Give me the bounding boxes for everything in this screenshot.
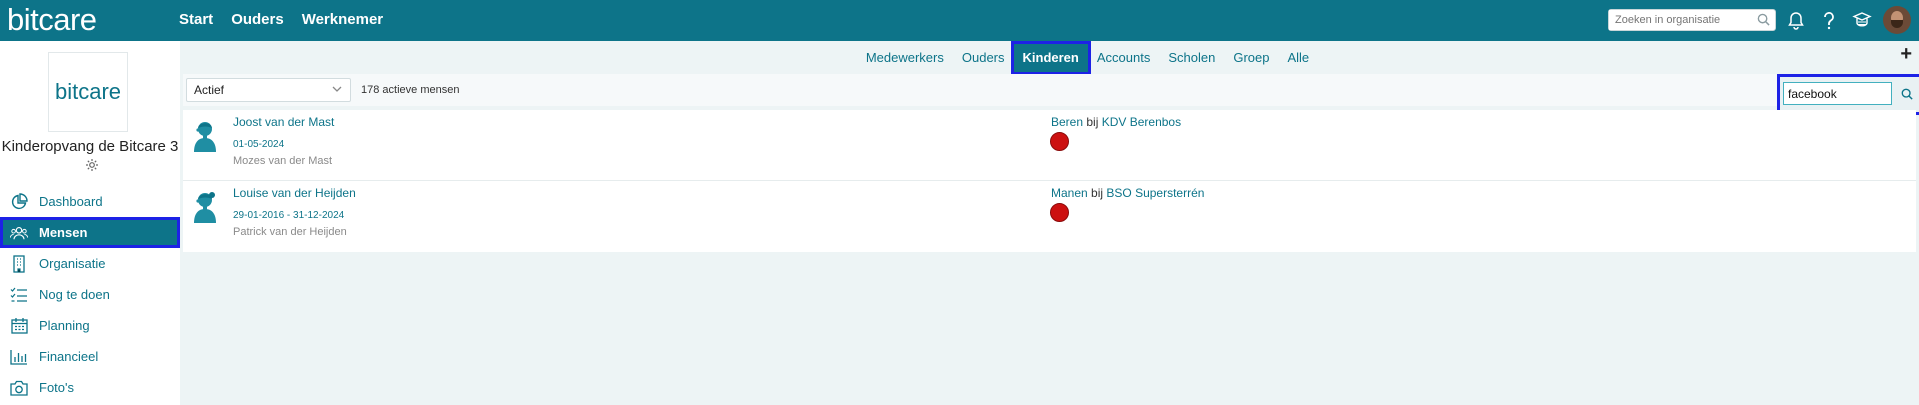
help-icon[interactable]	[1819, 10, 1839, 30]
person-name[interactable]: Louise van der Heijden	[233, 186, 356, 200]
tab-accounts[interactable]: Accounts	[1088, 44, 1159, 72]
people-count: 178 actieve mensen	[361, 84, 460, 96]
bar-chart-icon	[10, 348, 28, 366]
sidebar: bitcare Kinderopvang de Bitcare 3 Dashbo…	[0, 41, 180, 405]
child-girl-icon	[192, 191, 218, 223]
bell-icon[interactable]	[1786, 10, 1806, 30]
person-parent: Patrick van der Heijden	[233, 226, 347, 238]
tab-kinderen[interactable]: Kinderen	[1010, 41, 1091, 75]
location-link[interactable]: KDV Berenbos	[1102, 115, 1181, 129]
nav-ouders[interactable]: Ouders	[231, 11, 284, 28]
add-icon[interactable]: +	[1900, 43, 1912, 66]
user-avatar[interactable]	[1883, 6, 1911, 34]
person-name[interactable]: Joost van der Mast	[233, 115, 334, 129]
group-link[interactable]: Beren	[1051, 115, 1083, 129]
people-list: Joost van der Mast 01-05-2024 Mozes van …	[183, 110, 1916, 252]
people-search-input[interactable]	[1783, 82, 1892, 105]
status-dot	[1050, 203, 1069, 222]
tab-groep[interactable]: Groep	[1224, 44, 1278, 72]
people-search	[1777, 74, 1919, 115]
nav-werknemer[interactable]: Werknemer	[302, 11, 383, 28]
list-item: Joost van der Mast 01-05-2024 Mozes van …	[183, 110, 1916, 181]
avatar-beard	[1891, 20, 1903, 28]
sidebar-item-organisatie[interactable]: Organisatie	[0, 248, 180, 279]
location-link[interactable]: BSO Supersterrén	[1106, 186, 1204, 200]
top-nav: Start Ouders Werknemer	[179, 11, 383, 28]
sidebar-item-planning[interactable]: Planning	[0, 310, 180, 341]
person-dates: 29-01-2016 - 31-12-2024	[233, 210, 345, 221]
sidebar-item-label: Dashboard	[39, 194, 103, 209]
chevron-down-icon	[332, 81, 342, 103]
building-icon	[10, 254, 28, 273]
sidebar-menu: Dashboard Mensen Organisatie Nog te doen…	[0, 186, 180, 403]
status-select[interactable]: Actief	[186, 78, 351, 102]
group-connector: bij	[1086, 115, 1102, 129]
calendar-icon	[10, 317, 28, 335]
tab-medewerkers[interactable]: Medewerkers	[857, 44, 953, 72]
status-dot	[1050, 132, 1069, 151]
sidebar-item-financieel[interactable]: Financieel	[0, 341, 180, 372]
sidebar-item-label: Financieel	[39, 349, 99, 364]
filter-bar: Actief 178 actieve mensen	[183, 74, 1919, 115]
people-tabs: Medewerkers Ouders Kinderen Accounts Sch…	[180, 41, 1919, 75]
child-boy-icon	[192, 120, 218, 152]
people-icon	[10, 224, 28, 242]
checklist-icon	[10, 286, 28, 304]
status-select-value: Actief	[194, 83, 225, 97]
graduation-cap-icon[interactable]	[1852, 10, 1872, 30]
group-link[interactable]: Manen	[1051, 186, 1088, 200]
sidebar-item-fotos[interactable]: Foto's	[0, 372, 180, 403]
sidebar-item-dashboard[interactable]: Dashboard	[0, 186, 180, 217]
sidebar-item-label: Organisatie	[39, 256, 106, 271]
gear-icon[interactable]	[85, 158, 99, 177]
org-name: Kinderopvang de Bitcare 3	[0, 137, 180, 177]
bitcare-logo[interactable]: bitcare	[7, 2, 97, 38]
tab-alle[interactable]: Alle	[1278, 44, 1318, 72]
tab-scholen[interactable]: Scholen	[1159, 44, 1224, 72]
sidebar-item-label: Planning	[39, 318, 90, 333]
main-content: Medewerkers Ouders Kinderen Accounts Sch…	[180, 41, 1919, 405]
top-icons	[1786, 10, 1872, 30]
org-search	[1608, 9, 1776, 31]
org-search-input[interactable]	[1609, 10, 1749, 30]
org-logo: bitcare	[48, 52, 128, 132]
person-group: Manen bij BSO Supersterrén	[1051, 186, 1204, 200]
sidebar-item-label: Foto's	[39, 380, 74, 395]
search-icon[interactable]	[1896, 82, 1917, 105]
sidebar-item-label: Mensen	[39, 225, 88, 240]
person-dates: 01-05-2024	[233, 139, 285, 150]
sidebar-item-nog-te-doen[interactable]: Nog te doen	[0, 279, 180, 310]
org-name-text: Kinderopvang de Bitcare 3	[1, 138, 179, 155]
tab-ouders[interactable]: Ouders	[953, 44, 1014, 72]
list-item: Louise van der Heijden 29-01-2016 - 31-1…	[183, 181, 1916, 252]
search-icon[interactable]	[1757, 13, 1770, 31]
nav-start[interactable]: Start	[179, 11, 213, 28]
sidebar-item-mensen[interactable]: Mensen	[0, 217, 180, 248]
group-connector: bij	[1091, 186, 1107, 200]
person-parent: Mozes van der Mast	[233, 155, 333, 167]
pie-chart-icon	[10, 192, 28, 211]
sidebar-item-label: Nog te doen	[39, 287, 110, 302]
top-bar: bitcare Start Ouders Werknemer	[0, 0, 1919, 41]
person-group: Beren bij KDV Berenbos	[1051, 115, 1181, 129]
camera-icon	[10, 379, 28, 397]
